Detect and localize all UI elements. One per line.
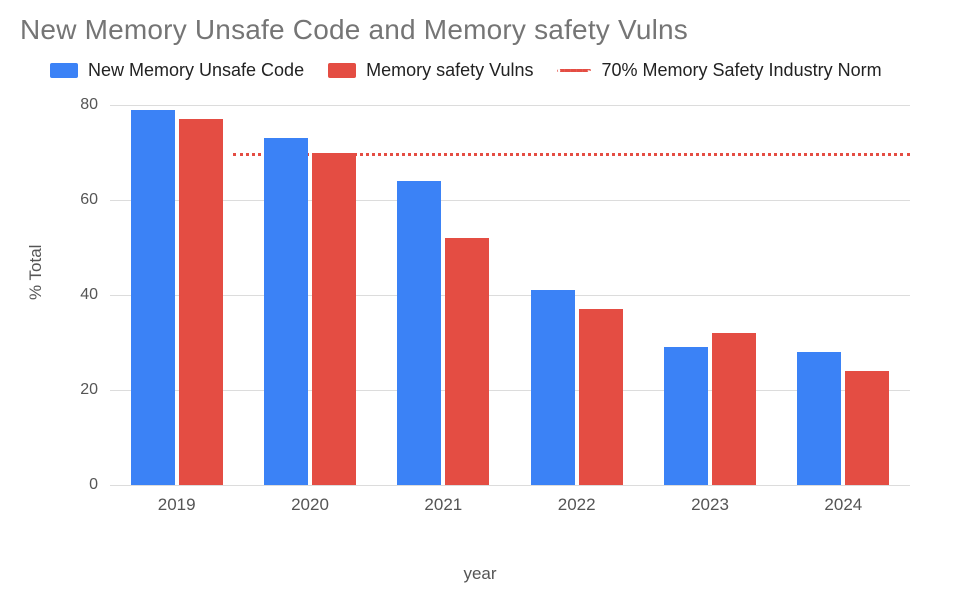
legend-swatch-red: [328, 63, 356, 78]
x-label-2024: 2024: [824, 495, 862, 515]
gridline-60: [110, 200, 910, 201]
gridline-0: [110, 485, 910, 486]
x-label-2019: 2019: [158, 495, 196, 515]
y-tick-80: 80: [58, 96, 98, 114]
bar-2022-unsafe-code: [531, 290, 575, 485]
legend-swatch-dotted: [557, 69, 591, 72]
gridline-20: [110, 390, 910, 391]
bar-2024-unsafe-code: [797, 352, 841, 485]
bar-2022-vulns: [579, 309, 623, 485]
chart-container: New Memory Unsafe Code and Memory safety…: [0, 0, 960, 594]
x-label-2021: 2021: [424, 495, 462, 515]
bar-2020-vulns: [312, 153, 356, 486]
y-tick-60: 60: [58, 191, 98, 209]
bar-2020-unsafe-code: [264, 138, 308, 485]
y-tick-0: 0: [58, 476, 98, 494]
gridline-80: [110, 105, 910, 106]
legend-label-reference: 70% Memory Safety Industry Norm: [601, 60, 881, 81]
bar-2023-vulns: [712, 333, 756, 485]
x-label-2023: 2023: [691, 495, 729, 515]
bar-2021-vulns: [445, 238, 489, 485]
legend-label-series-0: New Memory Unsafe Code: [88, 60, 304, 81]
legend-swatch-blue: [50, 63, 78, 78]
x-label-2022: 2022: [558, 495, 596, 515]
x-axis-title: year: [0, 564, 960, 584]
bar-2019-unsafe-code: [131, 110, 175, 485]
legend-label-series-1: Memory safety Vulns: [366, 60, 533, 81]
bar-2021-unsafe-code: [397, 181, 441, 485]
chart-legend: New Memory Unsafe Code Memory safety Vul…: [50, 60, 882, 81]
y-axis-title: % Total: [26, 245, 46, 300]
gridline-40: [110, 295, 910, 296]
chart-title: New Memory Unsafe Code and Memory safety…: [20, 14, 688, 46]
plot-area: 0 20 40 60 80: [110, 100, 910, 510]
x-label-2020: 2020: [291, 495, 329, 515]
plot-inner: [110, 105, 910, 485]
y-tick-40: 40: [58, 286, 98, 304]
legend-item-series-1: Memory safety Vulns: [328, 60, 533, 81]
y-tick-20: 20: [58, 381, 98, 399]
bar-2019-vulns: [179, 119, 223, 485]
legend-item-reference: 70% Memory Safety Industry Norm: [557, 60, 881, 81]
bar-2023-unsafe-code: [664, 347, 708, 485]
bar-2024-vulns: [845, 371, 889, 485]
legend-item-series-0: New Memory Unsafe Code: [50, 60, 304, 81]
x-axis-labels: 2019 2020 2021 2022 2023 2024: [110, 495, 910, 525]
